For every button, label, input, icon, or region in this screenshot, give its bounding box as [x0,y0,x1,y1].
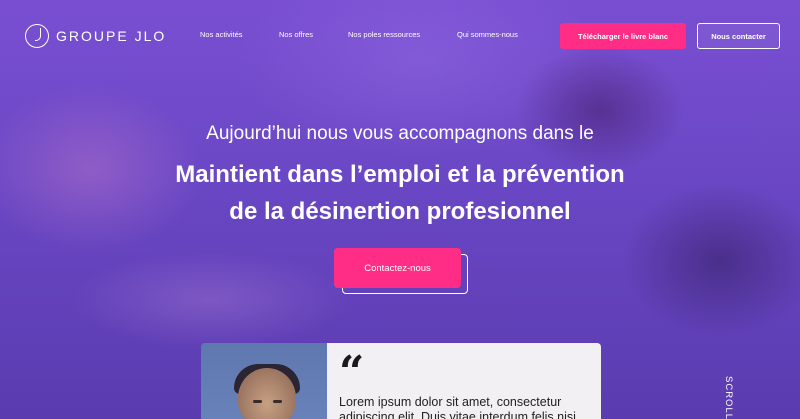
nav-link-activites[interactable]: Nos activités [200,30,243,39]
contact-button[interactable]: Nous contacter [697,23,780,49]
download-whitepaper-button[interactable]: Télécharger le livre blanc [560,23,686,49]
hero-title: Maintient dans l’emploi et la prévention… [0,156,800,230]
testimonial-photo [201,343,327,419]
testimonial-text: Lorem ipsum dolor sit amet, consectetur … [339,395,576,419]
hero-subtitle: Aujourd’hui nous vous accompagnons dans … [206,123,594,144]
hero-title-line-2: de la désinertion profesionnel [229,198,571,225]
photo-eye [273,400,282,403]
testimonial-body: “ Lorem ipsum dolor sit amet, consectetu… [327,343,601,419]
testimonial-card: “ Lorem ipsum dolor sit amet, consectetu… [201,343,601,419]
nav-link-poles-ressources[interactable]: Nos poles ressources [348,30,420,39]
top-navigation: GROUPE JLO Nos activités Nos offres Nos … [0,0,800,72]
logo-icon [25,24,49,48]
contact-us-cta-button[interactable]: Contactez-nous [334,248,461,288]
quote-icon: “ [339,347,365,398]
nav-link-qui-sommes-nous[interactable]: Qui sommes-nous [457,30,518,39]
scroll-indicator[interactable]: SCROLL [723,376,734,419]
nav-link-offres[interactable]: Nos offres [279,30,313,39]
photo-face [238,368,296,419]
brand-name: GROUPE JLO [56,28,167,44]
brand-logo[interactable]: GROUPE JLO [25,24,166,48]
photo-eye [253,400,262,403]
hero-title-line-1: Maintient dans l’emploi et la prévention [175,161,625,188]
cta-container: Contactez-nous [334,248,468,294]
